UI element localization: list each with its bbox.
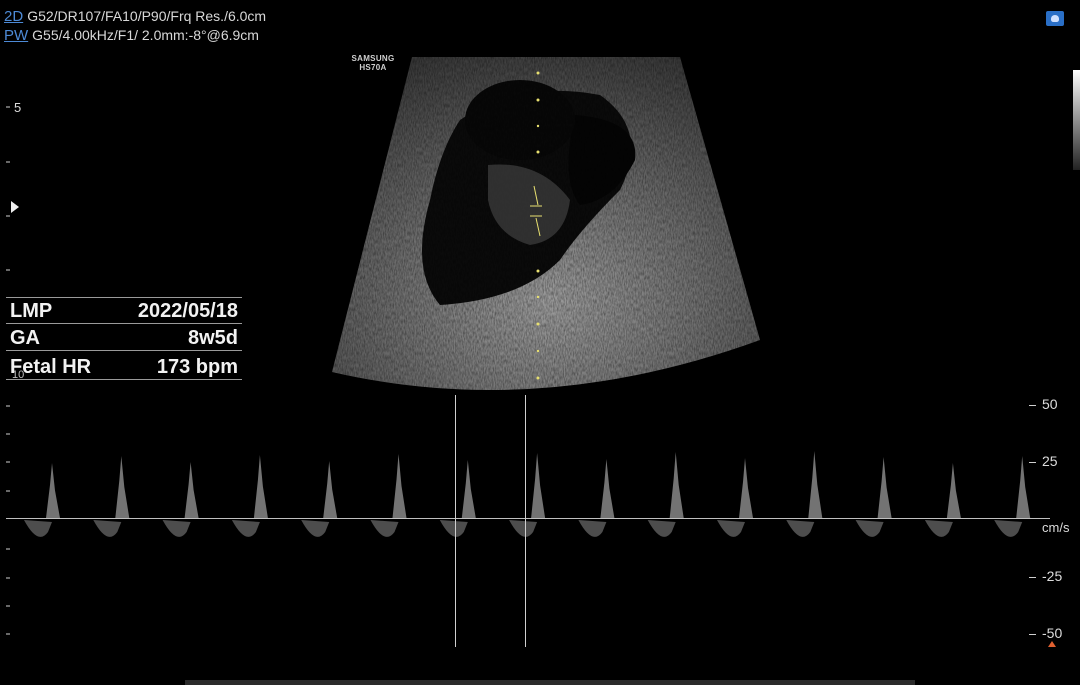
spectrum-reverse <box>93 520 122 537</box>
spectrum-reverse <box>439 520 468 537</box>
spectrum-reverse <box>301 520 330 537</box>
spectrum-reverse <box>855 520 884 537</box>
spectrum-peak <box>115 456 130 518</box>
scale-label-neg50: -50 <box>1042 625 1063 641</box>
spectrum-reverse <box>370 520 399 537</box>
spectrum-reverse <box>231 520 260 537</box>
spectrum-peak <box>669 452 684 518</box>
spectrum-peak <box>392 454 407 518</box>
spectrum-reverse <box>162 520 191 537</box>
spectrum-peak <box>739 458 753 518</box>
velocity-unit: cm/s <box>1042 520 1070 535</box>
scale-label-25: 25 <box>1042 453 1058 469</box>
measurement-label: LMP <box>10 300 53 322</box>
spectrum-reverse <box>717 520 745 537</box>
measurement-lmp: LMP 2022/05/18 <box>6 298 242 324</box>
spectrum-peak <box>46 463 60 518</box>
brand-name: SAMSUNG <box>351 54 395 63</box>
measure-caliper-right[interactable] <box>525 395 526 647</box>
measurement-value: 2022/05/18 <box>137 300 238 322</box>
spectrum-peak <box>600 459 615 518</box>
depth-label-5: 5 <box>14 100 22 115</box>
scale-label-neg25: -25 <box>1042 568 1063 584</box>
spectrum-reverse <box>24 520 52 537</box>
measure-caliper-left[interactable] <box>455 395 456 647</box>
spectrum-peak <box>184 462 199 518</box>
spectrum-peak <box>946 463 961 518</box>
scale-label-50: 50 <box>1042 396 1058 412</box>
measurement-label: GA <box>10 327 40 349</box>
doppler-baseline <box>6 518 1050 519</box>
spectrum-reverse <box>647 520 676 537</box>
spectrum-reverse <box>786 520 815 537</box>
measurement-fetal-hr: Fetal HR 173 bpm <box>6 354 242 380</box>
spectrum-reverse <box>994 520 1023 537</box>
spectrum-reverse <box>509 520 538 537</box>
scale-tick <box>1029 462 1036 463</box>
measurement-value: 8w5d <box>187 327 238 349</box>
scale-tick <box>1029 577 1036 578</box>
measurement-ga: GA 8w5d <box>6 325 242 351</box>
focus-marker-icon[interactable] <box>11 201 19 213</box>
scale-tick <box>1029 634 1036 635</box>
spectrum-peak <box>808 451 823 518</box>
spectrum-peak <box>461 460 476 518</box>
spectrum-peak <box>877 457 892 518</box>
spectrum-reverse <box>924 520 953 537</box>
spectrum-peak <box>1016 456 1031 518</box>
scroll-bar[interactable] <box>185 680 915 685</box>
spectrum-peak <box>253 455 268 518</box>
measurement-value: 173 bpm <box>156 356 238 378</box>
scale-tick <box>1029 405 1036 406</box>
doppler-spectrum <box>24 451 1031 537</box>
brand-logo: SAMSUNG HS70A <box>340 54 406 72</box>
spectrum-reverse <box>578 520 607 537</box>
brand-model: HS70A <box>359 63 387 72</box>
spectrum-peak <box>323 461 338 518</box>
measurement-label: Fetal HR <box>10 356 92 378</box>
marker-icon <box>1048 641 1056 647</box>
spectrum-peak <box>531 453 546 518</box>
